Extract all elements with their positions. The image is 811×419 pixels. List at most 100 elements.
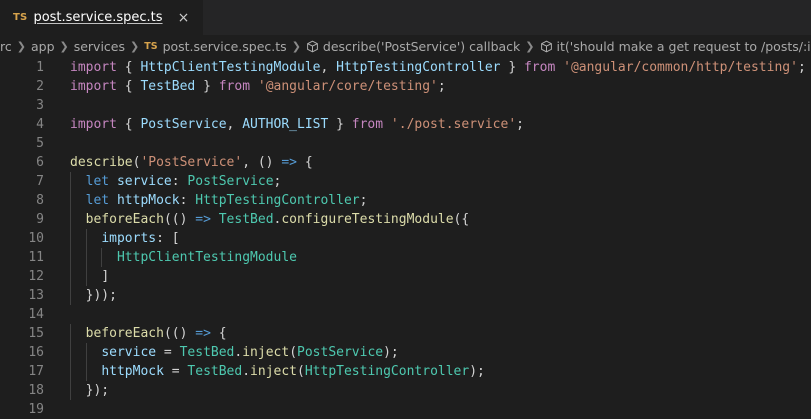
typescript-file-icon: TS (13, 12, 28, 23)
indent-guide (101, 248, 103, 267)
code-text: beforeEach(() => TestBed.configureTestin… (44, 210, 469, 229)
code-text: import { HttpClientTestingModule, HttpTe… (70, 60, 806, 75)
code-line: 19 (0, 400, 811, 419)
code-line: 8 let httpMock: HttpTestingController; (0, 191, 811, 210)
indent-guide (70, 191, 71, 210)
indent-guide (70, 324, 71, 343)
code-line: 7 let service: PostService; (0, 172, 811, 191)
line-number: 12 (28, 269, 44, 284)
code-text: httpMock = TestBed.inject(HttpTestingCon… (44, 362, 485, 381)
code-line: 2 import { TestBed } from '@angular/core/… (0, 77, 811, 96)
indent-guide (85, 229, 87, 248)
line-number: 7 (36, 174, 44, 189)
close-icon[interactable]: × (175, 9, 193, 27)
code-text: }); (44, 381, 109, 400)
line-number: 2 (36, 79, 44, 94)
line-number: 14 (28, 307, 44, 322)
code-line: 16 service = TestBed.inject(PostService)… (0, 343, 811, 362)
indent-guide (70, 248, 71, 267)
code-text: service = TestBed.inject(PostService); (44, 343, 399, 362)
indent-guide (70, 267, 71, 286)
code-line: 3 (0, 96, 811, 115)
indent-guide (85, 343, 87, 362)
breadcrumb-label: services (73, 38, 126, 54)
indent-guide (70, 362, 71, 381)
line-number: 10 (28, 231, 44, 246)
breadcrumb-label: rc (0, 38, 12, 54)
line-number: 6 (36, 155, 44, 170)
indent-guide (70, 343, 71, 362)
indent-guide (85, 267, 87, 286)
line-number: 19 (28, 402, 44, 417)
indent-guide (70, 286, 71, 305)
line-number: 4 (36, 117, 44, 132)
breadcrumb-item[interactable]: it('should make a get request to /posts/… (540, 39, 811, 54)
code-editor[interactable]: 1 import { HttpClientTestingModule, HttpT… (0, 58, 811, 419)
code-text: ] (44, 267, 109, 286)
breadcrumb-item[interactable]: describe('PostService') callback (306, 39, 520, 54)
chevron-right-icon: ❯ (525, 39, 535, 53)
breadcrumb-label: post.service.spec.ts (162, 38, 287, 54)
line-number: 15 (28, 326, 44, 341)
code-line: 15 beforeEach(() => { (0, 324, 811, 343)
code-line: 6 describe('PostService', () => { (0, 153, 811, 172)
line-number: 3 (36, 98, 44, 113)
breadcrumb-label: it('should make a get request to /posts/… (556, 38, 811, 54)
breadcrumb: rc ❯ app ❯ services ❯ TS post.service.spec.ts ❯ d… (0, 35, 811, 57)
code-text: imports: [ (44, 229, 180, 248)
indent-guide (85, 362, 87, 381)
indent-guide (70, 381, 71, 400)
code-text: HttpClientTestingModule (44, 248, 297, 267)
code-line: 1 import { HttpClientTestingModule, HttpT… (0, 58, 811, 77)
chevron-right-icon: ❯ (59, 39, 69, 53)
code-text: let httpMock: HttpTestingController; (44, 191, 367, 210)
breadcrumb-item[interactable]: rc (0, 39, 12, 54)
chevron-right-icon: ❯ (16, 39, 26, 53)
code-line: 18 }); (0, 381, 811, 400)
breadcrumb-item[interactable]: app (31, 39, 55, 54)
line-number: 9 (36, 212, 44, 227)
cube-icon (306, 40, 319, 53)
tab-post-service-spec[interactable]: TS post.service.spec.ts × (0, 0, 204, 35)
breadcrumb-item[interactable]: services (74, 39, 125, 54)
code-text: describe('PostService', () => { (70, 155, 313, 170)
line-number: 8 (36, 193, 44, 208)
code-line: 17 httpMock = TestBed.inject(HttpTesting… (0, 362, 811, 381)
cube-icon (540, 40, 553, 53)
code-line: 13 })); (0, 286, 811, 305)
tab-label: post.service.spec.ts (33, 10, 163, 25)
code-line: 14 (0, 305, 811, 324)
indent-guide (70, 229, 71, 248)
indent-guide (85, 248, 87, 267)
code-text: let service: PostService; (44, 172, 281, 191)
chevron-right-icon: ❯ (130, 39, 140, 53)
chevron-right-icon: ❯ (291, 39, 301, 53)
code-line: 9 beforeEach(() => TestBed.configureTest… (0, 210, 811, 229)
line-number: 16 (28, 345, 44, 360)
code-text: import { PostService, AUTHOR_LIST } from… (70, 117, 524, 132)
code-text: })); (44, 286, 117, 305)
line-number: 18 (28, 383, 44, 398)
indent-guide (70, 172, 71, 191)
typescript-file-icon: TS (144, 40, 158, 52)
breadcrumb-label: describe('PostService') callback (322, 38, 521, 54)
line-number: 17 (28, 364, 44, 379)
code-line: 11 HttpClientTestingModule (0, 248, 811, 267)
line-number: 11 (28, 250, 44, 265)
line-number: 1 (36, 60, 44, 75)
breadcrumb-item[interactable]: TS post.service.spec.ts (144, 39, 286, 54)
indent-guide (70, 210, 71, 229)
code-text: beforeEach(() => { (44, 324, 227, 343)
breadcrumb-label: app (30, 38, 55, 54)
code-line: 5 (0, 134, 811, 153)
line-number: 5 (36, 136, 44, 151)
code-line: 4 import { PostService, AUTHOR_LIST } fro… (0, 115, 811, 134)
code-text: import { TestBed } from '@angular/core/t… (70, 79, 446, 94)
code-line: 12 ] (0, 267, 811, 286)
line-number: 13 (28, 288, 44, 303)
tab-bar: TS post.service.spec.ts × (0, 0, 811, 35)
